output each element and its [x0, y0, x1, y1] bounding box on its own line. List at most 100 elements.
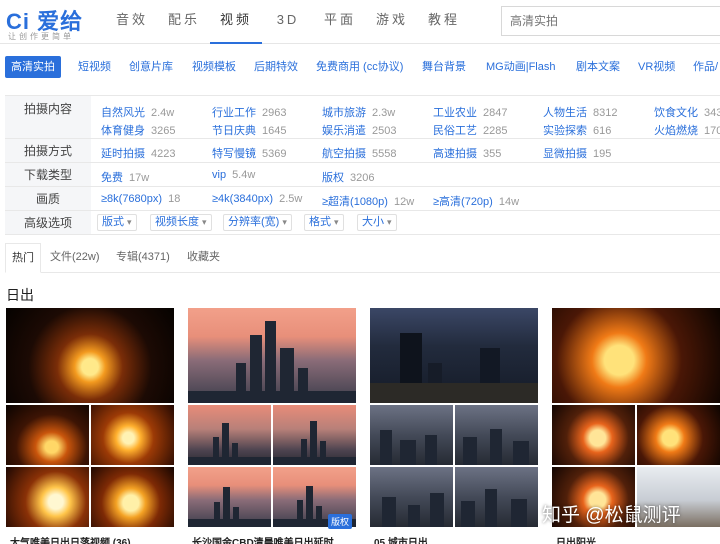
filter-option[interactable]: 实验探索 616 [543, 122, 611, 138]
category-bar: 高清实拍 短视频 创意片库 视频模板 后期特效 免费商用 (cc协议) 舞台背景… [0, 52, 720, 82]
filter-panel: 拍摄内容 自然风光 2.4w 行业工作 2963 城市旅游 2.3w 工业农业 2847… [5, 95, 720, 237]
thumbnail [455, 467, 538, 527]
chevron-down-icon: ▾ [334, 217, 339, 227]
filter-option[interactable]: 版权 3206 [322, 169, 374, 185]
filter-option[interactable]: 人物生活 8312 [543, 104, 617, 120]
filter-option[interactable]: ≥8k(7680px) 18 [101, 193, 180, 205]
result-tabs: 热门 文件(22w) 专辑(4371) 收藏夹 [5, 243, 720, 273]
filter-row-advanced: 高级选项 版式 ▾ 视频长度 ▾ 分辨率(宽) ▾ 格式 ▾ 大小 ▾ [5, 211, 720, 235]
file-size-dropdown[interactable]: 大小 ▾ [357, 214, 397, 231]
search-input[interactable] [501, 6, 720, 36]
filter-option[interactable]: 城市旅游 2.3w [322, 104, 395, 120]
category-item[interactable]: 后期特效 [254, 56, 298, 78]
category-item[interactable]: 免费商用 (cc协议) [316, 56, 403, 78]
top-nav: Ci 爱给 让创作更简单 音效 配乐 视频 3D 平面 游戏 教程 [0, 0, 720, 44]
category-item[interactable]: 剧本文案 [576, 56, 620, 78]
filter-row-download: 下载类型 免费 17w vip 5.4w 版权 3206 [5, 163, 720, 187]
category-item[interactable]: 短视频 [78, 56, 111, 78]
filter-option[interactable]: 火焰燃烧1705 [654, 122, 720, 138]
filter-option[interactable]: 特写慢镜 5369 [212, 145, 286, 161]
filter-option[interactable]: 免费 17w [101, 169, 149, 185]
filter-option[interactable]: ≥4k(3840px) 2.5w [212, 193, 302, 205]
nav-item-game[interactable]: 游戏 [366, 0, 418, 44]
thumbnail [455, 405, 538, 465]
filter-option[interactable]: 娱乐消遣 2503 [322, 122, 396, 138]
tab-files[interactable]: 文件(22w) [50, 243, 100, 273]
filter-option[interactable]: ≥高清(720p) 14w [433, 193, 519, 209]
album-title: 05 城市日出 [374, 538, 428, 544]
album-card[interactable]: 05 城市日出 [370, 308, 538, 544]
thumbnail [6, 467, 89, 527]
watermark: 知乎 @松鼠测评 [542, 505, 681, 526]
filter-option[interactable]: 体育健身 3265 [101, 122, 175, 138]
nav-item-graphic[interactable]: 平面 [314, 0, 366, 44]
category-item[interactable]: 舞台背景 [422, 56, 466, 78]
tab-favorites[interactable]: 收藏夹 [187, 243, 220, 273]
thumbnail [91, 467, 174, 527]
album-card[interactable]: 版权 长沙国金CBD清晨唯美日出延时 [188, 308, 356, 544]
thumbnail [6, 308, 174, 403]
filter-option[interactable]: 行业工作 2963 [212, 104, 286, 120]
filter-option[interactable]: 节日庆典 1645 [212, 122, 286, 138]
filter-label: 拍摄方式 [5, 139, 91, 162]
nav-item-music[interactable]: 配乐 [158, 0, 210, 44]
tab-albums[interactable]: 专辑(4371) [116, 243, 170, 273]
filter-option[interactable]: 显微拍摄 195 [543, 145, 611, 161]
category-item[interactable]: 视频模板 [192, 56, 236, 78]
logo[interactable]: Ci 爱给 让创作更简单 [6, 4, 106, 42]
format-layout-dropdown[interactable]: 版式 ▾ [97, 214, 137, 231]
category-item[interactable]: MG动画|Flash [486, 56, 555, 78]
filter-label: 高级选项 [5, 211, 91, 234]
category-item[interactable]: 高清实拍 [5, 56, 61, 78]
filter-option[interactable]: 饮食文化3434 [654, 104, 720, 120]
thumbnail [552, 308, 720, 403]
copyright-badge: 版权 [327, 514, 352, 529]
nav-item-video[interactable]: 视频 [210, 0, 262, 44]
resolution-dropdown[interactable]: 分辨率(宽) ▾ [223, 214, 292, 231]
filter-label: 拍摄内容 [5, 96, 91, 138]
thumbnail [370, 405, 453, 465]
album-title: 日出阳光 [556, 538, 596, 544]
filter-row-content: 拍摄内容 自然风光 2.4w 行业工作 2963 城市旅游 2.3w 工业农业 2847… [5, 96, 720, 139]
filter-option[interactable]: 民俗工艺 2285 [433, 122, 507, 138]
album-card[interactable]: 大气唯美日出日落视频 (36) [6, 308, 174, 544]
filter-row-method: 拍摄方式 延时拍摄 4223 特写慢镜 5369 航空拍摄 5558 高速拍摄 355 … [5, 139, 720, 163]
logo-tagline: 让创作更简单 [8, 32, 74, 41]
category-item[interactable]: 作品/ [693, 56, 718, 78]
category-item[interactable]: 创意片库 [129, 56, 173, 78]
filter-option[interactable]: vip 5.4w [212, 169, 255, 181]
thumbnail [273, 405, 356, 465]
nav-item-audio[interactable]: 音效 [106, 0, 158, 44]
chevron-down-icon: ▾ [282, 217, 287, 227]
thumbnail [552, 405, 635, 465]
category-item[interactable]: VR视频 [638, 56, 675, 78]
file-format-dropdown[interactable]: 格式 ▾ [304, 214, 344, 231]
main-nav: 音效 配乐 视频 3D 平面 游戏 教程 [106, 0, 470, 44]
nav-item-3d[interactable]: 3D [262, 0, 314, 44]
chevron-down-icon: ▾ [387, 217, 392, 227]
filter-option[interactable]: ≥超清(1080p) 12w [322, 193, 414, 209]
video-length-dropdown[interactable]: 视频长度 ▾ [150, 214, 212, 231]
filter-option[interactable]: 延时拍摄 4223 [101, 145, 175, 161]
chevron-down-icon: ▾ [202, 217, 207, 227]
section-title: 日出 [6, 287, 34, 303]
filter-option[interactable]: 工业农业 2847 [433, 104, 507, 120]
filter-option[interactable]: 航空拍摄 5558 [322, 145, 396, 161]
filter-option[interactable]: 高速拍摄 355 [433, 145, 501, 161]
filter-label: 画质 [5, 187, 91, 210]
thumbnail [188, 405, 271, 465]
chevron-down-icon: ▾ [127, 217, 132, 227]
thumbnail [637, 405, 720, 465]
tab-hot[interactable]: 热门 [5, 243, 41, 273]
filter-label: 下载类型 [5, 163, 91, 186]
thumbnail [370, 308, 538, 403]
thumbnail [188, 467, 271, 527]
album-title: 大气唯美日出日落视频 (36) [10, 538, 131, 544]
filter-option[interactable]: 自然风光 2.4w [101, 104, 174, 120]
thumbnail [370, 467, 453, 527]
filter-row-quality: 画质 ≥8k(7680px) 18 ≥4k(3840px) 2.5w ≥超清(108… [5, 187, 720, 211]
thumbnail [6, 405, 89, 465]
album-title: 长沙国金CBD清晨唯美日出延时 [192, 538, 334, 544]
thumbnail [91, 405, 174, 465]
nav-item-tutorial[interactable]: 教程 [418, 0, 470, 44]
